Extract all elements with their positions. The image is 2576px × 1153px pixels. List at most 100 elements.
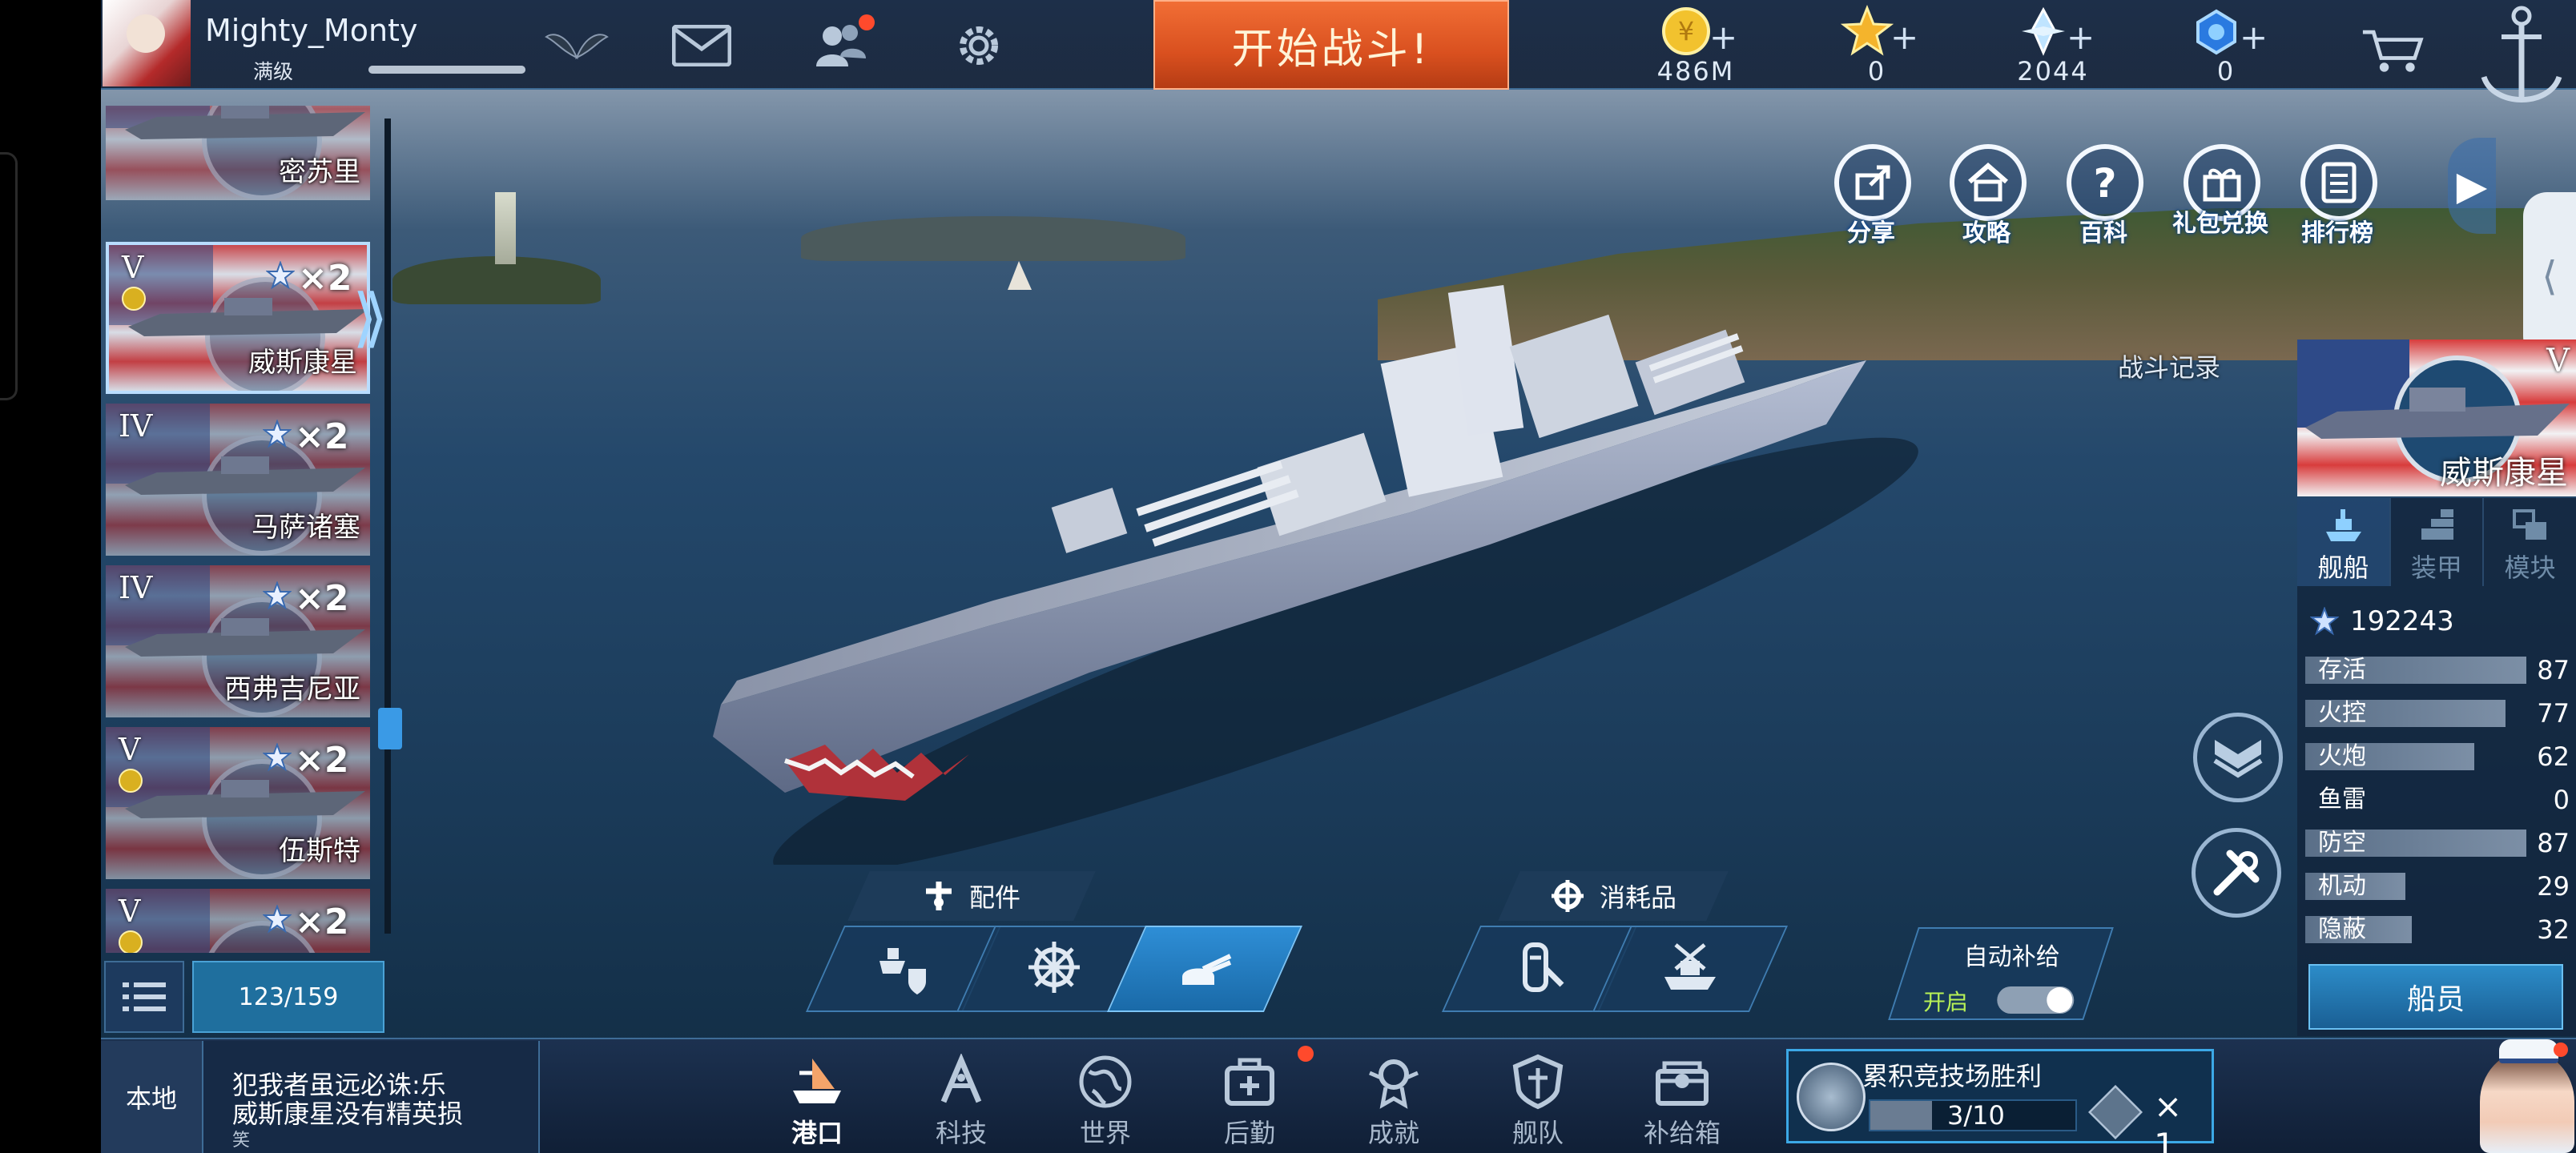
stat-value: 29 bbox=[2537, 871, 2570, 902]
chat-preview[interactable]: 犯我者虽远必诛:乐 威斯康星没有精英损 笑 bbox=[203, 1041, 540, 1153]
turret-icon bbox=[1182, 954, 1232, 985]
star-icon bbox=[266, 261, 295, 290]
auto-supply-toggle[interactable] bbox=[1997, 986, 2075, 1014]
rank-badge-icon bbox=[119, 930, 143, 953]
side-drawer-tab[interactable]: ⟨ bbox=[2523, 192, 2576, 360]
settings-icon[interactable] bbox=[947, 18, 1011, 74]
nav-fleet[interactable]: 舰队 bbox=[1490, 1044, 1586, 1153]
shop-cart-icon[interactable] bbox=[2361, 22, 2425, 78]
detail-tabs: 舰船 装甲 模块 bbox=[2297, 498, 2576, 586]
ship-tier: V bbox=[119, 732, 141, 767]
tab-module[interactable]: 模块 bbox=[2484, 498, 2576, 586]
share-button[interactable]: 分享 bbox=[1823, 144, 1919, 256]
advisor-avatar[interactable] bbox=[2467, 1034, 2576, 1153]
wrench-hammer-icon bbox=[2213, 850, 2260, 896]
chat-channel-tab[interactable]: 本地 bbox=[101, 1041, 203, 1153]
chat-line-2: 威斯康星没有精英损 bbox=[232, 1099, 464, 1129]
ship-name: 伍斯特 bbox=[279, 835, 360, 867]
gold-resource[interactable]: ¥ + 486M bbox=[1636, 0, 1756, 90]
chevron-right-icon: ⟫ bbox=[352, 280, 388, 355]
nav-logistics[interactable]: 后勤 bbox=[1201, 1044, 1298, 1153]
leaderboard-button[interactable]: 排行榜 bbox=[2289, 144, 2385, 256]
star-resource[interactable]: + 0 bbox=[1817, 0, 1937, 90]
player-avatar[interactable] bbox=[103, 0, 191, 86]
diamond-resource[interactable]: + 2044 bbox=[1993, 0, 2113, 90]
battle-log-link[interactable]: 战斗记录 bbox=[2118, 348, 2220, 384]
ship-name: 西弗吉尼亚 bbox=[224, 673, 360, 705]
nav-port[interactable]: 港口 bbox=[769, 1044, 865, 1153]
ship-card[interactable]: IV ×2 西弗吉尼亚 bbox=[106, 565, 370, 717]
auto-supply-panel[interactable]: 自动补给 开启 bbox=[1888, 927, 2114, 1020]
arena-progress-text: 3/10 bbox=[1947, 1100, 2005, 1131]
star-icon bbox=[263, 420, 292, 448]
list-view-button[interactable] bbox=[104, 961, 184, 1033]
ship-card[interactable]: ×2 密苏里 bbox=[106, 106, 370, 200]
ship-card[interactable]: V ×2 伍斯特 bbox=[106, 727, 370, 879]
gem-add-icon[interactable]: + bbox=[2240, 18, 2268, 57]
score-star-icon bbox=[2310, 607, 2339, 636]
ship-score: 192243 bbox=[2310, 605, 2454, 637]
list-icon bbox=[123, 982, 166, 1011]
rank-badge-icon bbox=[122, 287, 146, 311]
gold-add-icon[interactable]: + bbox=[1709, 18, 1737, 57]
diamond-add-icon[interactable]: + bbox=[2067, 18, 2095, 57]
arena-medal-icon bbox=[1797, 1063, 1866, 1131]
gem-amount: 0 bbox=[2216, 56, 2236, 86]
gold-coin-icon: ¥ bbox=[1662, 7, 1710, 55]
nav-world[interactable]: 世界 bbox=[1057, 1044, 1153, 1153]
star-add-icon[interactable]: + bbox=[1890, 18, 1918, 57]
ship-list-scroll-thumb[interactable] bbox=[378, 708, 402, 749]
start-battle-button[interactable]: 开始战斗! bbox=[1153, 0, 1509, 90]
ship-count: ×2 bbox=[295, 740, 349, 781]
tab-armor-label: 装甲 bbox=[2411, 552, 2463, 583]
guide-button[interactable]: 攻略 bbox=[1938, 144, 2035, 256]
helm-wheel-icon bbox=[1028, 942, 1080, 993]
anchor-icon[interactable] bbox=[2475, 3, 2568, 115]
battleship-model[interactable] bbox=[689, 208, 2099, 865]
ship-detail-panel: 舰船 装甲 模块 192243 存活 87 火控 77 火炮 62 鱼雷 0 防空 87 … bbox=[2297, 498, 2576, 1036]
advisor-notification-badge bbox=[2554, 1043, 2568, 1057]
leaderboard-icon bbox=[2300, 144, 2377, 221]
nav-achievements[interactable]: 成就 bbox=[1346, 1044, 1442, 1153]
ship-card[interactable]: IV ×2 马萨诸塞 bbox=[106, 404, 370, 556]
repair-button[interactable] bbox=[2192, 828, 2281, 918]
diamond-icon bbox=[2022, 6, 2065, 56]
ship-tier: IV bbox=[119, 408, 153, 444]
ship-list[interactable]: ×2 密苏里 V ×2 威斯康星 IV ×2 马萨诸塞 IV ×2 西弗吉尼亚 bbox=[104, 106, 376, 953]
harbor-scene: Mighty_Monty 满级 开始战斗! ¥ + 486M + 0 + 204… bbox=[0, 0, 2576, 1153]
tab-armor[interactable]: 装甲 bbox=[2391, 498, 2485, 586]
ship-count: ×2 bbox=[295, 578, 349, 619]
xp-bar-fill bbox=[368, 66, 525, 74]
ship-collection-count[interactable]: 123/159 bbox=[192, 961, 384, 1033]
arena-wins-mission[interactable]: 累积竞技场胜利 3/10 × 1 bbox=[1786, 1049, 2214, 1153]
ship-name: 马萨诸塞 bbox=[252, 512, 360, 544]
gold-amount: 486M bbox=[1656, 56, 1735, 86]
gift-redeem-button[interactable]: 礼包兑换 bbox=[2172, 144, 2268, 256]
crew-button[interactable]: 船员 bbox=[2308, 964, 2563, 1030]
tab-module-label: 模块 bbox=[2504, 552, 2556, 583]
star-icon bbox=[263, 743, 292, 772]
nav-supply-box[interactable]: 补给箱 bbox=[1634, 1044, 1730, 1153]
wings-icon[interactable] bbox=[545, 18, 609, 74]
gem-resource[interactable]: + 0 bbox=[2166, 0, 2286, 90]
nav-tech[interactable]: 科技 bbox=[913, 1044, 1009, 1153]
share-label: 分享 bbox=[1847, 219, 1895, 247]
xp-bar bbox=[368, 66, 525, 74]
encyclopedia-button[interactable]: ? 百科 bbox=[2055, 144, 2151, 256]
share-icon bbox=[1834, 144, 1911, 221]
stat-value: 87 bbox=[2537, 828, 2570, 858]
ship-card[interactable]: V ×2 bbox=[106, 889, 370, 953]
ship-card-selected[interactable]: V ×2 威斯康星 bbox=[106, 242, 370, 394]
star-amount: 0 bbox=[1867, 56, 1886, 86]
player-name[interactable]: Mighty_Monty bbox=[205, 13, 417, 48]
rank-upgrade-button[interactable] bbox=[2193, 713, 2283, 802]
mail-icon[interactable] bbox=[670, 18, 734, 74]
ship-name: 密苏里 bbox=[279, 156, 360, 188]
repair-kit-icon bbox=[1523, 942, 1564, 992]
nav-world-label: 世界 bbox=[1079, 1118, 1131, 1148]
leaderboard-label: 排行榜 bbox=[2301, 219, 2373, 247]
tab-ship[interactable]: 舰船 bbox=[2297, 498, 2391, 586]
gold-star-icon bbox=[1841, 5, 1894, 56]
ship-list-scrollbar[interactable] bbox=[384, 119, 391, 934]
expand-right-icon[interactable]: ▶ bbox=[2448, 138, 2496, 234]
